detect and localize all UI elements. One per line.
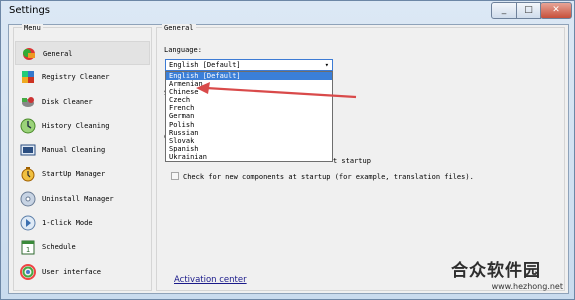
menu-item-manual-cleaning[interactable]: Manual Cleaning bbox=[15, 138, 150, 162]
menu-item-label: Uninstall Manager bbox=[42, 194, 114, 203]
watermark: 合众软件园 www.hezhong.net bbox=[451, 256, 569, 296]
language-option[interactable]: French bbox=[166, 104, 332, 112]
minimize-button[interactable]: _ bbox=[491, 2, 517, 19]
watermark-text: 合众软件园 bbox=[451, 261, 541, 281]
svg-text:1: 1 bbox=[26, 246, 30, 254]
language-option[interactable]: Ukrainian bbox=[166, 153, 332, 161]
uninstall-manager-icon bbox=[20, 191, 36, 207]
general-group-title: General bbox=[162, 24, 196, 32]
settings-client-area: Menu General Registry Cleaner Disk Clean… bbox=[8, 24, 569, 294]
menu-item-schedule[interactable]: 1 Schedule bbox=[15, 235, 150, 259]
chevron-down-icon: ▾ bbox=[324, 61, 329, 69]
schedule-icon: 1 bbox=[21, 240, 35, 255]
maximize-button[interactable]: □ bbox=[516, 2, 541, 19]
language-option[interactable]: German bbox=[166, 112, 332, 120]
menu-item-history-cleaning[interactable]: History Cleaning bbox=[15, 114, 150, 138]
menu-item-label: General bbox=[43, 50, 73, 58]
language-dropdown-list[interactable]: English [Default] Armenian Chinese Czech… bbox=[165, 71, 333, 162]
startup-option-label: t startup bbox=[333, 157, 371, 165]
language-option[interactable]: Polish bbox=[166, 121, 332, 129]
registry-cleaner-icon bbox=[22, 71, 34, 84]
menu-item-user-interface[interactable]: User interface bbox=[15, 260, 150, 284]
menu-item-uninstall-manager[interactable]: Uninstall Manager bbox=[15, 187, 150, 211]
one-click-mode-icon bbox=[20, 215, 36, 231]
startup-manager-icon bbox=[21, 167, 35, 182]
language-option[interactable]: Chinese bbox=[166, 88, 332, 96]
menu-item-general[interactable]: General bbox=[15, 41, 150, 66]
general-group: General Language: English [Default] ▾ St… bbox=[156, 24, 565, 291]
language-selected-value: English [Default] bbox=[169, 61, 241, 69]
menu-item-label: Disk Cleaner bbox=[42, 97, 93, 106]
menu-group: Menu General Registry Cleaner Disk Clean… bbox=[13, 24, 152, 291]
language-option[interactable]: English [Default] bbox=[166, 72, 332, 81]
menu-group-title: Menu bbox=[22, 24, 43, 32]
menu-item-1-click-mode[interactable]: 1-Click Mode bbox=[15, 211, 150, 235]
window-title: Settings bbox=[9, 5, 51, 16]
menu-item-label: User interface bbox=[42, 267, 102, 276]
menu-item-label: Schedule bbox=[42, 243, 76, 252]
menu-item-label: History Cleaning bbox=[42, 121, 110, 130]
check-components-checkbox[interactable] bbox=[171, 172, 179, 180]
activation-center-link[interactable]: Activation center bbox=[174, 275, 247, 285]
menu-item-label: StartUp Manager bbox=[42, 170, 106, 179]
menu-item-label: 1-Click Mode bbox=[42, 219, 93, 228]
language-option[interactable]: Russian bbox=[166, 129, 332, 137]
menu-item-label: Manual Cleaning bbox=[42, 146, 106, 155]
menu-item-label: Registry Cleaner bbox=[42, 73, 110, 82]
menu-item-registry-cleaner[interactable]: Registry Cleaner bbox=[15, 65, 150, 89]
check-components-label: Check for new components at startup (for… bbox=[183, 173, 474, 181]
menu-list: General Registry Cleaner Disk Cleaner Hi… bbox=[15, 41, 150, 284]
language-option[interactable]: Czech bbox=[166, 96, 332, 104]
settings-window: Settings _ □ ✕ Menu General Registry Cle… bbox=[0, 0, 575, 300]
menu-item-disk-cleaner[interactable]: Disk Cleaner bbox=[15, 90, 150, 114]
manual-cleaning-icon bbox=[20, 144, 36, 156]
title-bar[interactable]: Settings _ □ ✕ bbox=[1, 1, 574, 23]
language-label: Language: bbox=[164, 46, 202, 54]
disk-cleaner-icon bbox=[22, 96, 34, 107]
general-icon bbox=[23, 48, 35, 60]
user-interface-icon bbox=[20, 263, 36, 280]
language-option[interactable]: Slovak bbox=[166, 137, 332, 145]
language-select[interactable]: English [Default] ▾ bbox=[165, 59, 333, 71]
watermark-url: www.hezhong.net bbox=[491, 282, 563, 291]
close-button[interactable]: ✕ bbox=[540, 2, 572, 19]
language-option[interactable]: Armenian bbox=[166, 80, 332, 88]
menu-item-startup-manager[interactable]: StartUp Manager bbox=[15, 162, 150, 186]
language-option[interactable]: Spanish bbox=[166, 145, 332, 153]
history-cleaning-icon bbox=[20, 118, 36, 134]
